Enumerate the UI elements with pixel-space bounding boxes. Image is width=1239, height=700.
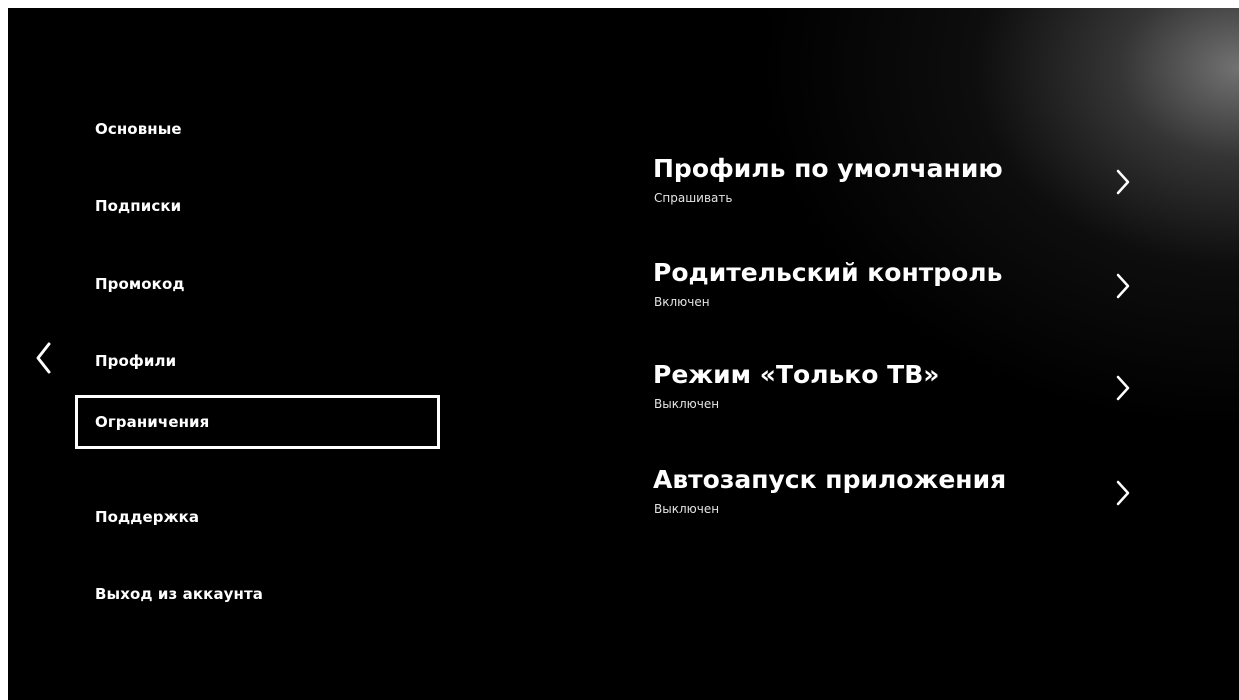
back-button[interactable] [32, 338, 56, 378]
sidebar-item-promo-code[interactable]: Промокод [75, 257, 440, 311]
sidebar-item-label: Профили [95, 352, 177, 370]
sidebar-item-profiles[interactable]: Профили [75, 334, 440, 388]
chevron-right-icon [1115, 478, 1131, 508]
sidebar-item-subscriptions[interactable]: Подписки [75, 179, 440, 233]
option-app-autostart[interactable]: Автозапуск приложения Выключен [653, 464, 1143, 534]
sidebar-item-label: Ограничения [95, 413, 210, 431]
sidebar-item-label: Выход из аккаунта [95, 585, 264, 603]
option-title: Профиль по умолчанию [653, 154, 1003, 183]
chevron-right-icon [1115, 167, 1131, 197]
option-default-profile[interactable]: Профиль по умолчанию Спрашивать [653, 153, 1143, 223]
option-value: Включен [654, 295, 710, 309]
sidebar-item-general[interactable]: Основные [75, 102, 440, 156]
settings-sidebar: Основные Подписки Промокод Профили Огран… [75, 8, 440, 700]
option-title: Автозапуск приложения [653, 465, 1007, 494]
option-title: Режим «Только ТВ» [653, 360, 940, 389]
tv-settings-screen: Основные Подписки Промокод Профили Огран… [8, 8, 1239, 700]
option-tv-only-mode[interactable]: Режим «Только ТВ» Выключен [653, 359, 1143, 429]
chevron-left-icon [36, 342, 51, 374]
chevron-right-icon [1115, 271, 1131, 301]
option-parental-control[interactable]: Родительский контроль Включен [653, 257, 1143, 327]
option-value: Спрашивать [654, 191, 733, 205]
option-title: Родительский контроль [653, 258, 1003, 287]
sidebar-item-label: Промокод [95, 275, 185, 293]
sidebar-item-logout[interactable]: Выход из аккаунта [75, 567, 440, 621]
sidebar-item-label: Подписки [95, 197, 182, 215]
option-value: Выключен [654, 397, 720, 411]
option-value: Выключен [654, 502, 720, 516]
sidebar-item-label: Основные [95, 120, 182, 138]
sidebar-item-restrictions[interactable]: Ограничения [75, 395, 440, 449]
settings-options-list: Профиль по умолчанию Спрашивать Родитель… [653, 8, 1153, 700]
sidebar-item-label: Поддержка [95, 508, 200, 526]
chevron-right-icon [1115, 373, 1131, 403]
sidebar-item-support[interactable]: Поддержка [75, 490, 440, 544]
